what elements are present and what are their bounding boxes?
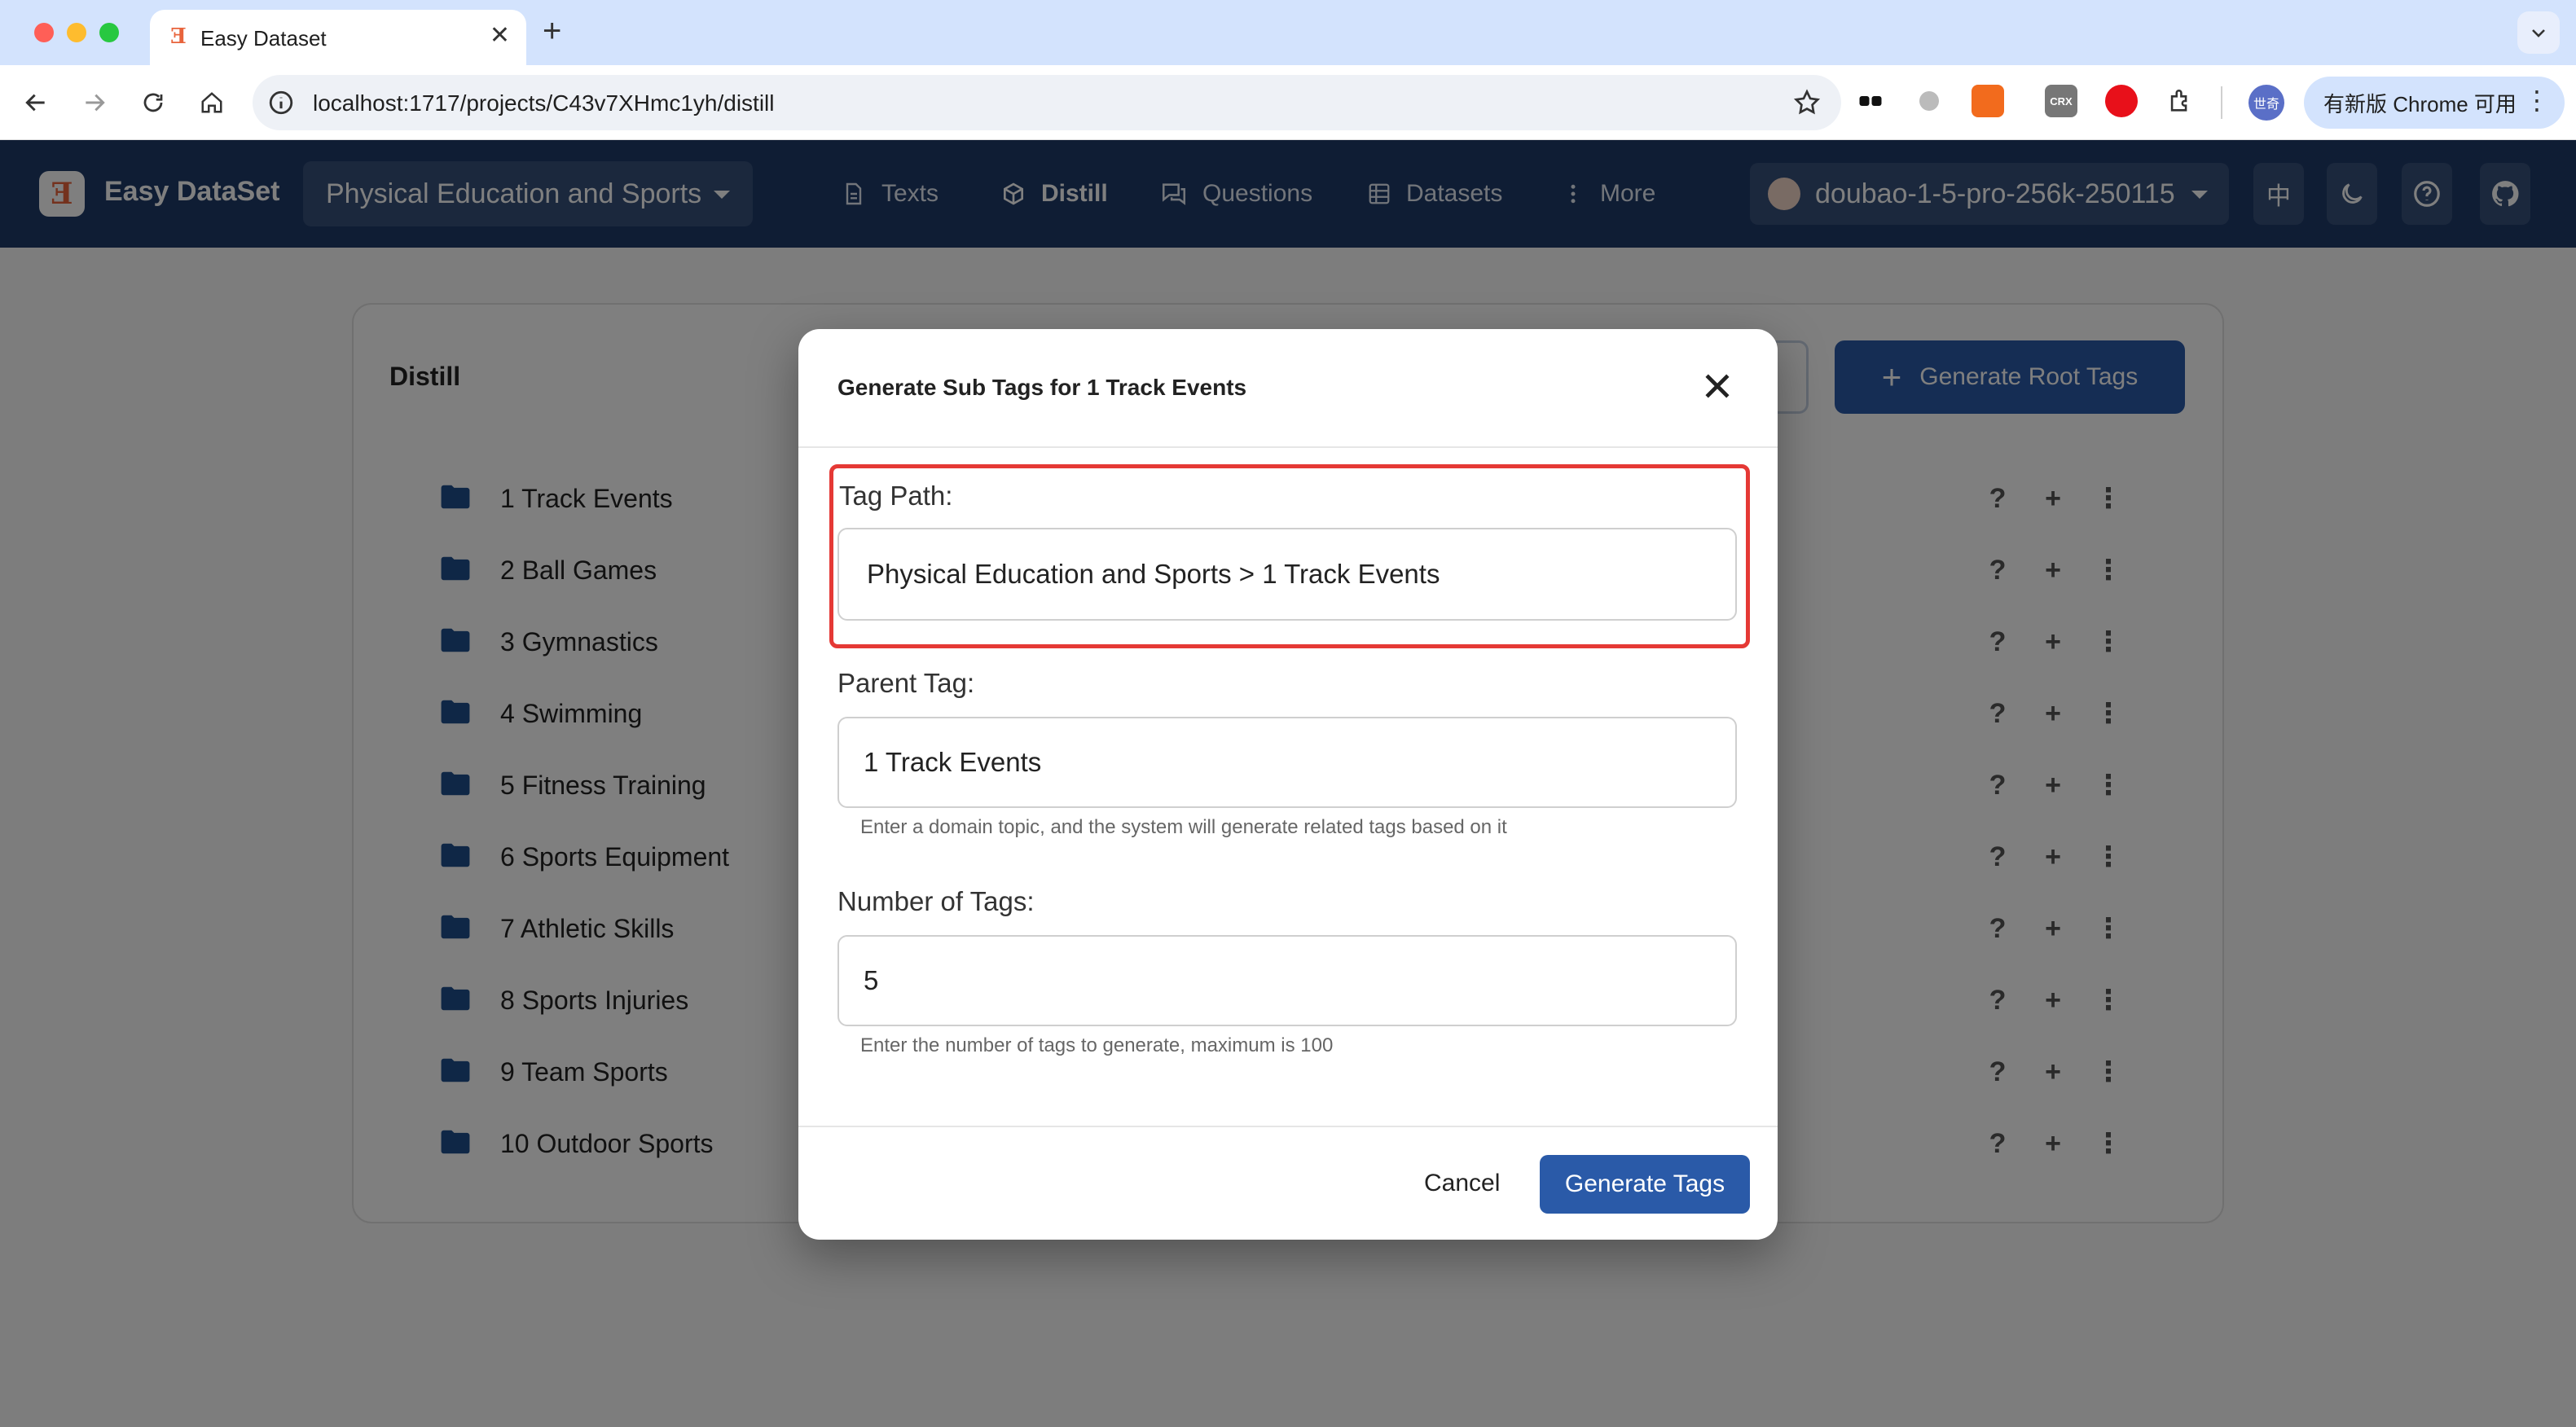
forward-button[interactable] [75,83,114,122]
tab-search-button[interactable] [2517,11,2560,54]
arrow-left-icon [25,94,45,112]
chrome-update-button[interactable]: 有新版 Chrome 可用 ⋮ [2304,77,2565,129]
window-minimize-button[interactable] [67,23,86,42]
dialog-divider [798,446,1778,448]
toolbar-separator [2221,86,2222,119]
new-tab-icon[interactable]: + [543,13,561,49]
generate-tags-button[interactable]: Generate Tags [1540,1155,1750,1214]
tab-favicon-icon: Ǝ [170,24,187,49]
extension-orange-icon[interactable] [1972,85,2004,117]
window-close-button[interactable] [34,23,54,42]
tab-close-icon[interactable]: ✕ [490,21,510,50]
chevron-down-icon [2532,29,2545,37]
dialog-divider [798,1126,1778,1127]
generate-tags-label: Generate Tags [1564,1170,1725,1197]
extension-opera-icon[interactable] [2105,85,2138,117]
chrome-update-label: 有新版 Chrome 可用 [2323,91,2517,116]
browser-toolbar: localhost:1717/projects/C43v7XHmc1yh/dis… [0,65,2576,140]
reload-icon [143,93,163,112]
generate-sub-tags-dialog: Generate Sub Tags for 1 Track Events Tag… [798,329,1778,1240]
more-vertical-icon[interactable]: ⋮ [2524,85,2550,116]
cancel-button[interactable]: Cancel [1424,1170,1500,1197]
dialog-title: Generate Sub Tags for 1 Track Events [837,375,1247,400]
reload-button[interactable] [134,83,173,122]
parent-tag-helper: Enter a domain topic, and the system wil… [860,816,1507,838]
extension-crx-icon[interactable]: CRX [2045,85,2077,117]
window-maximize-button[interactable] [99,23,119,42]
parent-tag-label: Parent Tag: [837,668,975,698]
num-tags-label: Number of Tags: [837,886,1035,916]
home-icon [201,92,222,113]
home-button[interactable] [192,83,231,122]
num-tags-value: 5 [864,965,879,995]
arrow-right-icon [86,94,105,112]
num-tags-input[interactable]: 5 [837,935,1737,1026]
tag-path-field: Physical Education and Sports > 1 Track … [837,528,1737,621]
extensions-puzzle-icon[interactable] [2164,85,2196,117]
profile-avatar[interactable]: 世奇 [2249,85,2284,121]
parent-tag-input[interactable]: 1 Track Events [837,717,1737,808]
address-bar[interactable]: localhost:1717/projects/C43v7XHmc1yh/dis… [253,75,1841,130]
tag-path-label: Tag Path: [839,481,953,511]
info-icon[interactable] [267,89,295,116]
bookmark-star-icon[interactable] [1792,88,1822,117]
extension-glasses-icon[interactable] [1854,85,1887,117]
browser-tab-strip: Ǝ Easy Dataset ✕ + [0,0,2576,65]
browser-tab-active[interactable]: Ǝ Easy Dataset ✕ [150,10,526,65]
num-tags-helper: Enter the number of tags to generate, ma… [860,1034,1334,1056]
tab-title: Easy Dataset [200,26,327,50]
parent-tag-value: 1 Track Events [864,747,1042,777]
tag-path-value: Physical Education and Sports > 1 Track … [867,559,1440,589]
back-button[interactable] [16,83,55,122]
extension-globe-icon[interactable] [1913,85,1945,117]
close-icon[interactable] [1699,368,1735,404]
url-text: localhost:1717/projects/C43v7XHmc1yh/dis… [313,90,775,116]
